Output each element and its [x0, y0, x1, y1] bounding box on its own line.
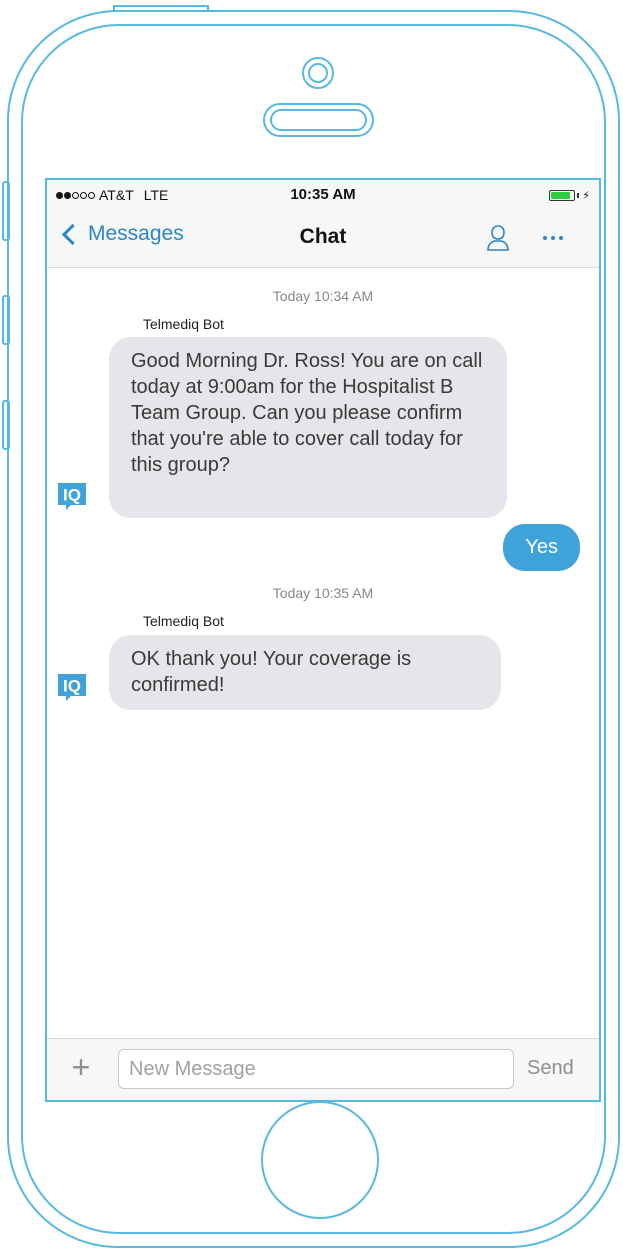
message-timestamp: Today 10:35 AM	[272, 585, 374, 601]
page-title: Chat	[299, 225, 347, 248]
phone-screen: AT&T LTE 10:35 AM ⚡ Messages Chat Today …	[45, 178, 601, 1102]
send-button[interactable]: Send	[527, 1057, 574, 1080]
telmediq-iq-logo-icon: IQ	[58, 674, 86, 701]
person-icon	[487, 225, 509, 251]
avatar-label: IQ	[63, 677, 81, 696]
telmediq-iq-logo-icon: IQ	[58, 483, 86, 510]
navigation-bar: Messages Chat	[47, 210, 599, 268]
outgoing-message-bubble: Yes	[503, 524, 580, 571]
message-composer: + Send	[47, 1038, 599, 1100]
status-time: 10:35 AM	[290, 186, 356, 203]
more-options-button[interactable]	[535, 223, 571, 253]
charging-bolt-icon: ⚡	[582, 190, 590, 202]
sender-name: Telmediq Bot	[143, 316, 224, 332]
add-attachment-button[interactable]: +	[65, 1049, 97, 1085]
avatar-label: IQ	[63, 486, 81, 505]
phone-mockup: AT&T LTE 10:35 AM ⚡ Messages Chat Today …	[0, 0, 623, 1252]
incoming-message-bubble: Good Morning Dr. Ross! You are on call t…	[109, 337, 507, 518]
plus-icon: +	[71, 1049, 91, 1085]
battery-icon: ⚡	[549, 189, 590, 202]
more-dots-icon	[543, 236, 547, 240]
status-bar: AT&T LTE 10:35 AM ⚡	[47, 180, 599, 210]
new-message-input[interactable]	[118, 1049, 514, 1089]
contact-button[interactable]	[483, 223, 513, 258]
sender-name: Telmediq Bot	[143, 613, 224, 629]
message-timestamp: Today 10:34 AM	[272, 288, 374, 304]
incoming-message-bubble: OK thank you! Your coverage is confirmed…	[109, 635, 501, 710]
